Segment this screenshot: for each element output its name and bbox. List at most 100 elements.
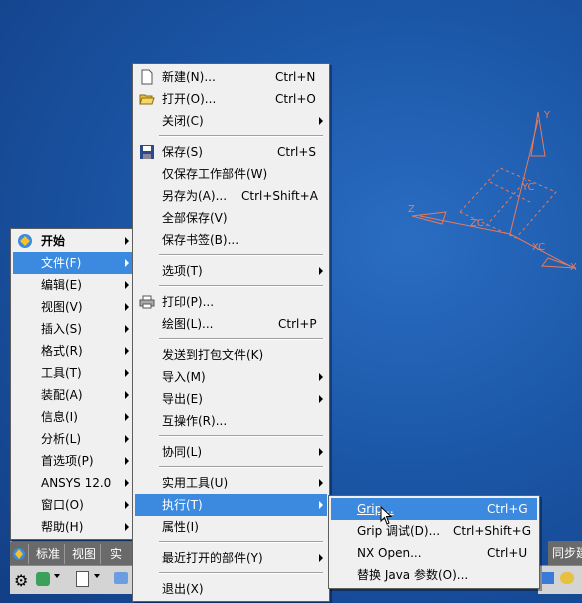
menu-item-save-as[interactable]: 另存为(A)... Ctrl+Shift+A (135, 185, 327, 207)
chevron-right-icon (319, 479, 323, 487)
menu-item-exit[interactable]: 退出(X) (135, 578, 327, 600)
menu-item-help[interactable]: 帮助(H) (13, 516, 133, 538)
menu-item-interop[interactable]: 互操作(R)... (135, 410, 327, 432)
cursor-icon (380, 506, 393, 525)
toolbar-tab-view[interactable]: 视图 (68, 544, 102, 564)
menu-item-label: 互操作(R)... (162, 414, 228, 428)
coordinate-system: Y Z X YC ZC XC (408, 110, 577, 273)
menu-item-label: 另存为(A)... (162, 189, 228, 203)
menu-item-utilities[interactable]: 实用工具(U) (135, 472, 327, 494)
menu-separator (159, 338, 323, 340)
menu-item-label: 新建(N)... (162, 70, 216, 84)
menu-item-label: 视图(V) (41, 300, 83, 314)
chevron-right-icon (125, 369, 129, 377)
menu-item-label: 关闭(C) (162, 114, 204, 128)
chevron-right-icon (125, 523, 129, 531)
menu-item-execute[interactable]: 执行(T) (135, 494, 327, 516)
menu-item-save[interactable]: 保存(S) Ctrl+S (135, 141, 327, 163)
menu-item-label: 开始 (41, 234, 66, 248)
folder-open-icon (139, 91, 155, 107)
menu-item-assembly[interactable]: 装配(A) (13, 384, 133, 406)
toolbar-right-icons (538, 565, 582, 594)
gear-icon[interactable]: ⚙ (14, 571, 28, 590)
chevron-down-icon[interactable] (94, 574, 100, 578)
menu-item-window[interactable]: 窗口(O) (13, 494, 133, 516)
nx-logo-icon[interactable] (10, 544, 29, 564)
menu-item-ansys[interactable]: ANSYS 12.0 (13, 472, 133, 494)
cube-icon[interactable] (542, 572, 554, 584)
toolbar-tab-standard[interactable]: 标准 (32, 544, 66, 564)
new-file-icon[interactable] (76, 571, 89, 587)
menu-item-edit[interactable]: 编辑(E) (13, 274, 133, 296)
menu-item-info[interactable]: 信息(I) (13, 406, 133, 428)
menu-item-tools[interactable]: 工具(T) (13, 362, 133, 384)
menu-item-save-all[interactable]: 全部保存(V) (135, 207, 327, 229)
menu-item-label: NX Open... (357, 546, 422, 560)
menu-item-new[interactable]: 新建(N)... Ctrl+N (135, 66, 327, 88)
menu-item-properties[interactable]: 属性(I) (135, 516, 327, 538)
menu-item-label: 导入(M) (162, 370, 206, 384)
menu-item-label: 仅保存工作部件(W) (162, 167, 268, 181)
menu-separator (159, 435, 323, 437)
new-file-icon (139, 69, 155, 85)
menu-separator (159, 466, 323, 468)
menu-item-label: 属性(I) (162, 520, 199, 534)
menu-item-print[interactable]: 打印(P)... (135, 291, 327, 313)
menu-item-insert[interactable]: 插入(S) (13, 318, 133, 340)
menu-item-file[interactable]: 文件(F) (13, 252, 133, 274)
menu-item-label: ANSYS 12.0 (41, 476, 112, 490)
axis-y-label: Y (543, 110, 551, 121)
file-menu: 新建(N)... Ctrl+N 打开(O)... Ctrl+O 关闭(C) 保存… (132, 63, 330, 602)
menu-item-label: 执行(T) (162, 498, 203, 512)
menu-item-import[interactable]: 导入(M) (135, 366, 327, 388)
menu-item-label: 绘图(L)... (162, 317, 214, 331)
menu-item-replace-java-params[interactable]: 替换 Java 参数(O)... (331, 564, 537, 586)
chevron-right-icon (125, 259, 129, 267)
menu-item-close[interactable]: 关闭(C) (135, 110, 327, 132)
menu-item-recent-parts[interactable]: 最近打开的部件(Y) (135, 547, 327, 569)
chevron-down-icon[interactable] (54, 574, 60, 578)
shading-icon[interactable] (560, 572, 574, 584)
model-icon[interactable] (36, 572, 50, 586)
menu-item-plot[interactable]: 绘图(L)... Ctrl+P (135, 313, 327, 335)
menu-item-label: 导出(E) (162, 392, 203, 406)
menu-item-save-work-part[interactable]: 仅保存工作部件(W) (135, 163, 327, 185)
menu-item-collaborate[interactable]: 协同(L) (135, 441, 327, 463)
menu-item-start[interactable]: 开始 (13, 230, 133, 252)
menu-item-label: 保存(S) (162, 145, 203, 159)
menu-item-label: 保存书签(B)... (162, 233, 240, 247)
menu-item-format[interactable]: 格式(R) (13, 340, 133, 362)
menu-item-analysis[interactable]: 分析(L) (13, 428, 133, 450)
menu-item-shortcut: Ctrl+O (275, 92, 316, 106)
chevron-right-icon (125, 237, 129, 245)
menu-item-label: Grip 调试(D)... (357, 524, 441, 538)
toolbar-tab-practical[interactable]: 实 (106, 544, 126, 564)
chevron-right-icon (125, 391, 129, 399)
chevron-right-icon (125, 303, 129, 311)
menu-item-view[interactable]: 视图(V) (13, 296, 133, 318)
axis-zc-label: ZC (470, 218, 484, 229)
view-icon[interactable] (114, 572, 128, 584)
menu-item-label: 信息(I) (41, 410, 78, 424)
menu-item-grip-debug[interactable]: Grip 调试(D)... Ctrl+Shift+G (331, 520, 537, 542)
menu-item-label: 工具(T) (41, 366, 82, 380)
menu-item-save-bookmark[interactable]: 保存书签(B)... (135, 229, 327, 251)
menu-item-nx-open[interactable]: NX Open... Ctrl+U (331, 542, 537, 564)
toolbar-tab-sync-modeling[interactable]: 同步建 (548, 541, 582, 565)
axis-z-label: Z (408, 204, 415, 215)
chevron-right-icon (125, 413, 129, 421)
menu-item-options[interactable]: 选项(T) (135, 260, 327, 282)
menu-separator (159, 572, 323, 574)
menu-item-preferences[interactable]: 首选项(P) (13, 450, 133, 472)
menu-separator (159, 254, 323, 256)
menu-item-shortcut: Ctrl+U (487, 546, 528, 560)
menu-item-export[interactable]: 导出(E) (135, 388, 327, 410)
menu-item-open[interactable]: 打开(O)... Ctrl+O (135, 88, 327, 110)
chevron-right-icon (125, 501, 129, 509)
menu-item-grip[interactable]: Grip... Ctrl+G (331, 498, 537, 520)
toolbar-tabs: 标准 视图 实 (10, 541, 132, 566)
chevron-right-icon (319, 395, 323, 403)
menu-item-label: 格式(R) (41, 344, 83, 358)
menu-item-send-to-package[interactable]: 发送到打包文件(K) (135, 344, 327, 366)
chevron-right-icon (125, 457, 129, 465)
